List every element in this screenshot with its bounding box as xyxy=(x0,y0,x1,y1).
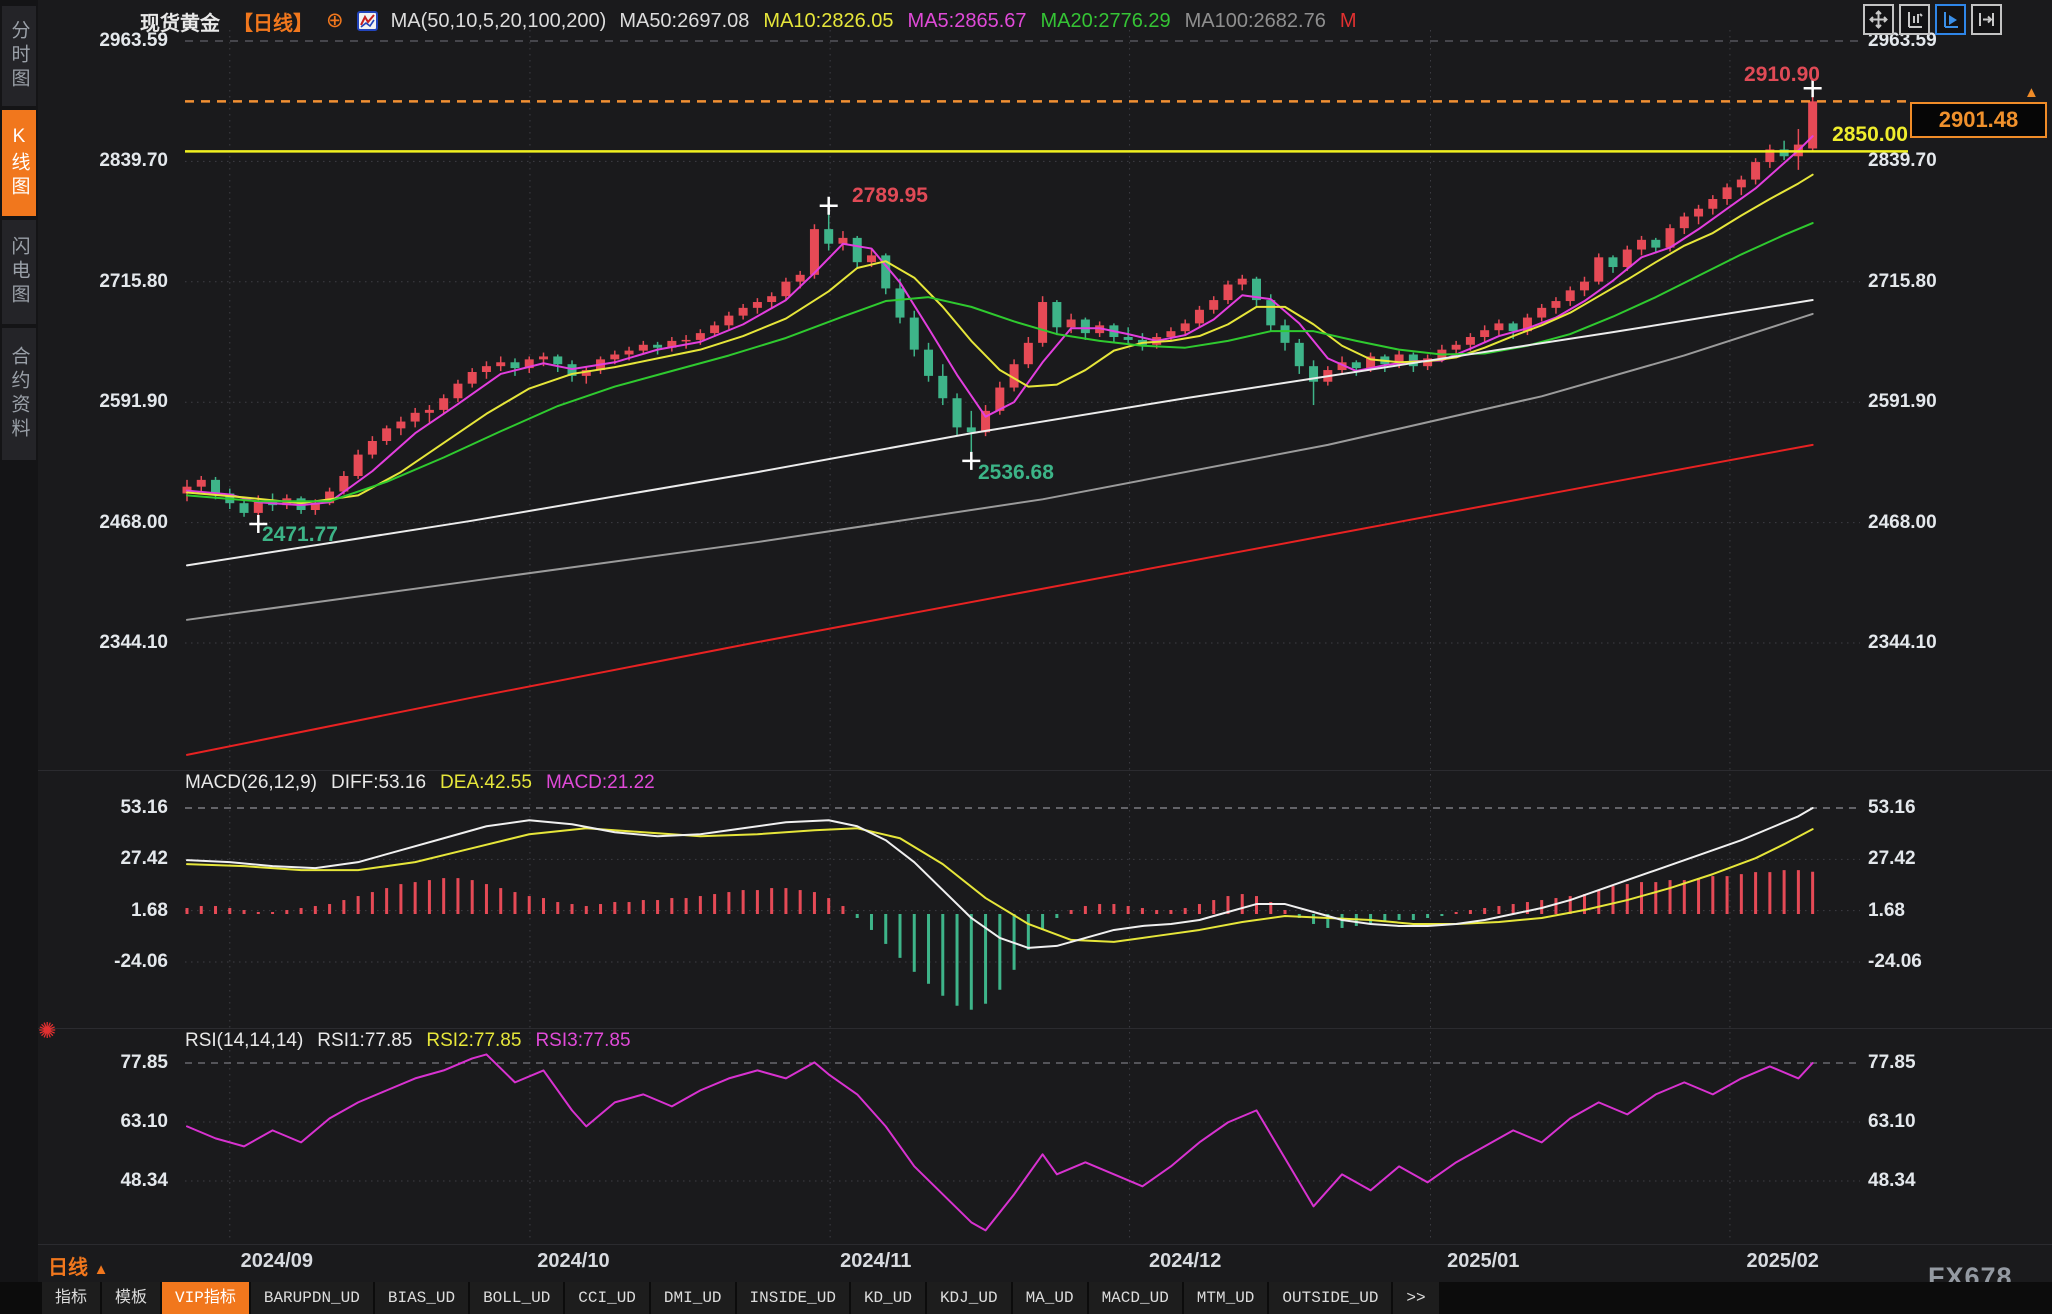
axis-label: 2715.80 xyxy=(56,270,168,294)
auto-scale-button[interactable] xyxy=(1935,4,1966,35)
axis-label: 2468.00 xyxy=(1868,511,1998,535)
axis-label: 2591.90 xyxy=(56,390,168,414)
annotation-oct-high: 2789.95 xyxy=(836,184,944,208)
indicator-tab-5[interactable]: BOLL_UD xyxy=(470,1282,563,1314)
chart-toolbar xyxy=(1863,4,2002,35)
period-selector[interactable]: 日线 ▲ xyxy=(48,1251,108,1280)
period-selector-label: 日线 xyxy=(48,1257,88,1279)
indicator-tab-13[interactable]: MTM_UD xyxy=(1184,1282,1268,1314)
indicator-tab-15[interactable]: >> xyxy=(1393,1282,1438,1314)
axis-label: 2591.90 xyxy=(1868,390,1998,414)
axis-label: 77.85 xyxy=(56,1051,168,1075)
date-axis-label: 2025/01 xyxy=(1447,1250,1519,1273)
macd-macd-value: MACD:21.22 xyxy=(546,772,655,794)
axis-label: 2839.70 xyxy=(56,149,168,173)
annotation-level-2850: 2850.00 xyxy=(1800,123,1908,147)
period-tag[interactable]: 【日线】 xyxy=(233,7,313,36)
ma-settings-label: MA(50,10,5,20,100,200) xyxy=(391,10,607,33)
price-up-arrow-icon: ▲ xyxy=(2024,84,2039,101)
indicator-tab-7[interactable]: DMI_UD xyxy=(651,1282,735,1314)
macd-header: MACD(26,12,9) DIFF:53.16 DEA:42.55 MACD:… xyxy=(185,772,655,794)
indicator-tab-2[interactable]: VIP指标 xyxy=(162,1282,249,1314)
axis-label: 53.16 xyxy=(1868,796,1998,820)
axis-label: 1.68 xyxy=(56,899,168,923)
date-axis-label: 2024/12 xyxy=(1149,1250,1221,1273)
indicator-tab-bar: 指标模板VIP指标BARUPDN_UDBIAS_UDBOLL_UDCCI_UDD… xyxy=(0,1282,2052,1314)
axis-label: 2344.10 xyxy=(1868,631,1998,655)
indicator-tab-0[interactable]: 指标 xyxy=(42,1282,100,1314)
axis-label: 27.42 xyxy=(56,847,168,871)
panel-shift-button[interactable] xyxy=(1971,4,2002,35)
add-indicator-icon[interactable]: ⊕ xyxy=(326,11,344,31)
axis-label: 48.34 xyxy=(56,1169,168,1193)
macd-title: MACD(26,12,9) xyxy=(185,772,317,794)
axis-label: 63.10 xyxy=(56,1110,168,1134)
date-axis-label: 2024/09 xyxy=(241,1250,313,1273)
axis-label: 2468.00 xyxy=(56,511,168,535)
rsi3-value: RSI3:77.85 xyxy=(535,1030,630,1052)
chart-header: 现货黄金 【日线】 ⊕ MA(50,10,5,20,100,200) MA50:… xyxy=(140,6,1357,36)
date-axis-label: 2025/02 xyxy=(1747,1250,1819,1273)
annotation-high-price: 2910.90 xyxy=(1728,63,1836,87)
axis-label: 27.42 xyxy=(1868,847,1998,871)
ma-value: MA5:2865.67 xyxy=(908,10,1027,33)
current-price-tag: 2901.48 xyxy=(1910,102,2047,138)
macd-dea-value: DEA:42.55 xyxy=(440,772,532,794)
period-selector-arrow-icon: ▲ xyxy=(94,1261,109,1278)
mini-chart-icon[interactable] xyxy=(357,11,378,31)
annotation-nov-low: 2536.68 xyxy=(978,461,1054,485)
ma-value: M xyxy=(1340,10,1357,33)
axis-label: 77.85 xyxy=(1868,1051,1998,1075)
indicator-tab-3[interactable]: BARUPDN_UD xyxy=(251,1282,373,1314)
y-axis-scale-button[interactable] xyxy=(1899,4,1930,35)
indicator-tab-11[interactable]: MA_UD xyxy=(1013,1282,1087,1314)
rsi1-value: RSI1:77.85 xyxy=(317,1030,412,1052)
annotation-sep-low: 2471.77 xyxy=(262,523,338,547)
rsi-header: RSI(14,14,14) RSI1:77.85 RSI2:77.85 RSI3… xyxy=(185,1030,631,1052)
axis-label: 1.68 xyxy=(1868,899,1998,923)
chart-canvas[interactable] xyxy=(0,0,2052,1314)
indicator-tab-12[interactable]: MACD_UD xyxy=(1089,1282,1182,1314)
indicator-tab-6[interactable]: CCI_UD xyxy=(565,1282,649,1314)
axis-label: 2344.10 xyxy=(56,631,168,655)
indicator-tab-9[interactable]: KD_UD xyxy=(851,1282,925,1314)
axis-label: 2839.70 xyxy=(1868,149,1998,173)
rsi-title: RSI(14,14,14) xyxy=(185,1030,303,1052)
app: 分时图K线图闪电图合约资料 现货黄金 【日线】 ⊕ MA(50,10,5,20,… xyxy=(0,0,2052,1314)
ma-value: MA10:2826.05 xyxy=(763,10,893,33)
ma-value: MA100:2682.76 xyxy=(1185,10,1326,33)
indicator-tab-8[interactable]: INSIDE_UD xyxy=(737,1282,849,1314)
axis-label: 2715.80 xyxy=(1868,270,1998,294)
alert-sun-icon[interactable]: ✺ xyxy=(38,1018,56,1044)
symbol-title: 现货黄金 xyxy=(140,7,220,36)
indicator-tab-14[interactable]: OUTSIDE_UD xyxy=(1269,1282,1391,1314)
rsi2-value: RSI2:77.85 xyxy=(426,1030,521,1052)
indicator-tab-10[interactable]: KDJ_UD xyxy=(927,1282,1011,1314)
axis-label: 53.16 xyxy=(56,796,168,820)
ma-value: MA50:2697.08 xyxy=(619,10,749,33)
date-axis-label: 2024/10 xyxy=(537,1250,609,1273)
macd-diff-value: DIFF:53.16 xyxy=(331,772,426,794)
ma-value: MA20:2776.29 xyxy=(1041,10,1171,33)
axis-label: -24.06 xyxy=(1868,950,1998,974)
ma-values: MA50:2697.08 MA10:2826.05 MA5:2865.67 MA20:… xyxy=(619,10,1356,33)
indicator-tab-4[interactable]: BIAS_UD xyxy=(375,1282,468,1314)
indicator-tab-1[interactable]: 模板 xyxy=(102,1282,160,1314)
axis-label: 63.10 xyxy=(1868,1110,1998,1134)
axis-label: 48.34 xyxy=(1868,1169,1998,1193)
date-axis-label: 2024/11 xyxy=(840,1250,911,1273)
axis-label: -24.06 xyxy=(56,950,168,974)
pan-tool-button[interactable] xyxy=(1863,4,1894,35)
